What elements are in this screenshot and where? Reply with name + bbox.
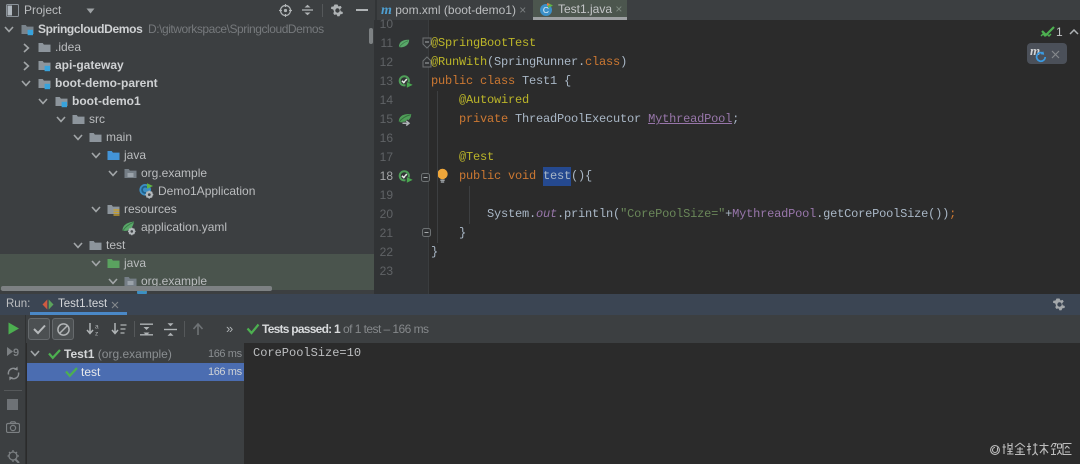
svg-text:z: z: [95, 331, 98, 337]
svg-text:a: a: [95, 324, 99, 331]
svg-text:9: 9: [13, 347, 19, 358]
